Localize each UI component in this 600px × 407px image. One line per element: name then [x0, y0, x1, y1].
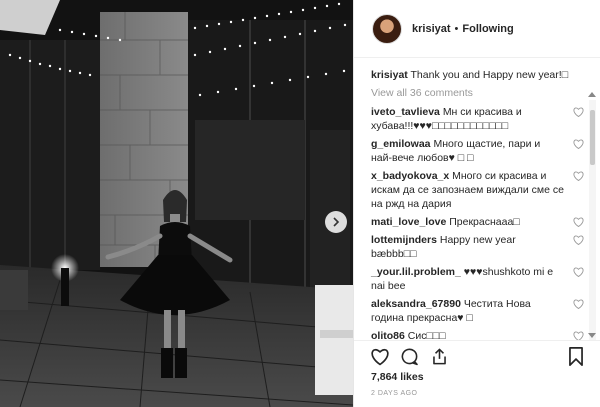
bookmark-icon [569, 347, 583, 366]
scroll-down-arrow-icon[interactable] [588, 333, 596, 338]
comment-row: x_badyokova_x Много си красива и искам д… [371, 169, 590, 211]
comment-username[interactable]: lottemijnders [371, 234, 437, 246]
post-photo[interactable] [0, 0, 353, 407]
comment-username[interactable]: iveto_tavlieva [371, 106, 440, 118]
comment-username[interactable]: g_emilowaa [371, 138, 431, 150]
comment-like-button[interactable] [573, 171, 584, 181]
comment-username[interactable]: x_badyokova_x [371, 170, 449, 182]
comment-text: Прекраснааа□ [449, 216, 520, 228]
header-username[interactable]: krisiyat [412, 23, 451, 35]
likes-count[interactable]: 7,864 likes [371, 371, 424, 383]
post-side-panel: krisiyat • Following krisiyat Thank you … [353, 0, 600, 407]
heart-icon [573, 267, 584, 277]
post-header: krisiyat • Following [354, 0, 600, 58]
save-button[interactable] [568, 347, 584, 366]
comment-row: aleksandra_67890 Честита Нова година пре… [371, 297, 590, 325]
comment-row: iveto_tavlieva Мн си красива и хубава!!!… [371, 105, 590, 133]
view-all-comments-link[interactable]: View all 36 comments [371, 82, 590, 101]
heart-icon [573, 217, 584, 227]
next-photo-button[interactable] [325, 211, 347, 233]
photo-image [0, 0, 353, 407]
comment-row: lottemijnders Happy new year bæbbb□□ [371, 233, 590, 261]
comment-like-button[interactable] [573, 331, 584, 340]
post-actions: 7,864 likes 2 DAYS AGO [354, 340, 600, 407]
following-button[interactable]: Following [462, 23, 513, 35]
comment-text: Сис□□□ [407, 330, 446, 340]
caption-text: Thank you and Happy new year!□ [410, 69, 569, 81]
comment-row: g_emilowaa Много щастие, пари и най-вече… [371, 137, 590, 165]
header-separator: • [454, 22, 459, 35]
comment-username[interactable]: mati_love_love [371, 216, 446, 228]
post-caption: krisiyat Thank you and Happy new year!□ [371, 59, 590, 82]
scroll-up-arrow-icon[interactable] [588, 92, 596, 97]
caption-username[interactable]: krisiyat [371, 69, 408, 81]
chevron-right-icon [333, 217, 340, 227]
comment-row: _your.lil.problem_ ♥♥♥shushkoto mi e nai… [371, 265, 590, 293]
comment-like-button[interactable] [573, 139, 584, 149]
comment-bubble-icon [401, 348, 418, 366]
comment-button[interactable] [400, 347, 419, 366]
comment-row: olito86 Сис□□□ [371, 329, 590, 340]
comment-like-button[interactable] [573, 267, 584, 277]
comment-username[interactable]: _your.lil.problem_ [371, 266, 461, 278]
avatar[interactable] [372, 13, 402, 44]
comment-username[interactable]: olito86 [371, 330, 405, 340]
heart-icon [573, 299, 584, 309]
like-button[interactable] [370, 347, 390, 366]
heart-icon [573, 331, 584, 340]
comment-username[interactable]: aleksandra_67890 [371, 298, 461, 310]
comment-like-button[interactable] [573, 235, 584, 245]
share-button[interactable] [430, 347, 449, 366]
share-icon [433, 348, 446, 365]
heart-icon [573, 171, 584, 181]
heart-icon [573, 139, 584, 149]
post-date[interactable]: 2 DAYS AGO [371, 390, 418, 397]
heart-icon [573, 107, 584, 117]
scrollbar-thumb[interactable] [590, 110, 595, 165]
comment-like-button[interactable] [573, 217, 584, 227]
comment-like-button[interactable] [573, 107, 584, 117]
heart-icon [573, 235, 584, 245]
comment-row: mati_love_love Прекраснааа□ [371, 215, 590, 229]
heart-icon [371, 348, 389, 366]
comments-list[interactable]: krisiyat Thank you and Happy new year!□ … [354, 59, 590, 340]
instagram-post-view: krisiyat • Following krisiyat Thank you … [0, 0, 600, 407]
comment-like-button[interactable] [573, 299, 584, 309]
